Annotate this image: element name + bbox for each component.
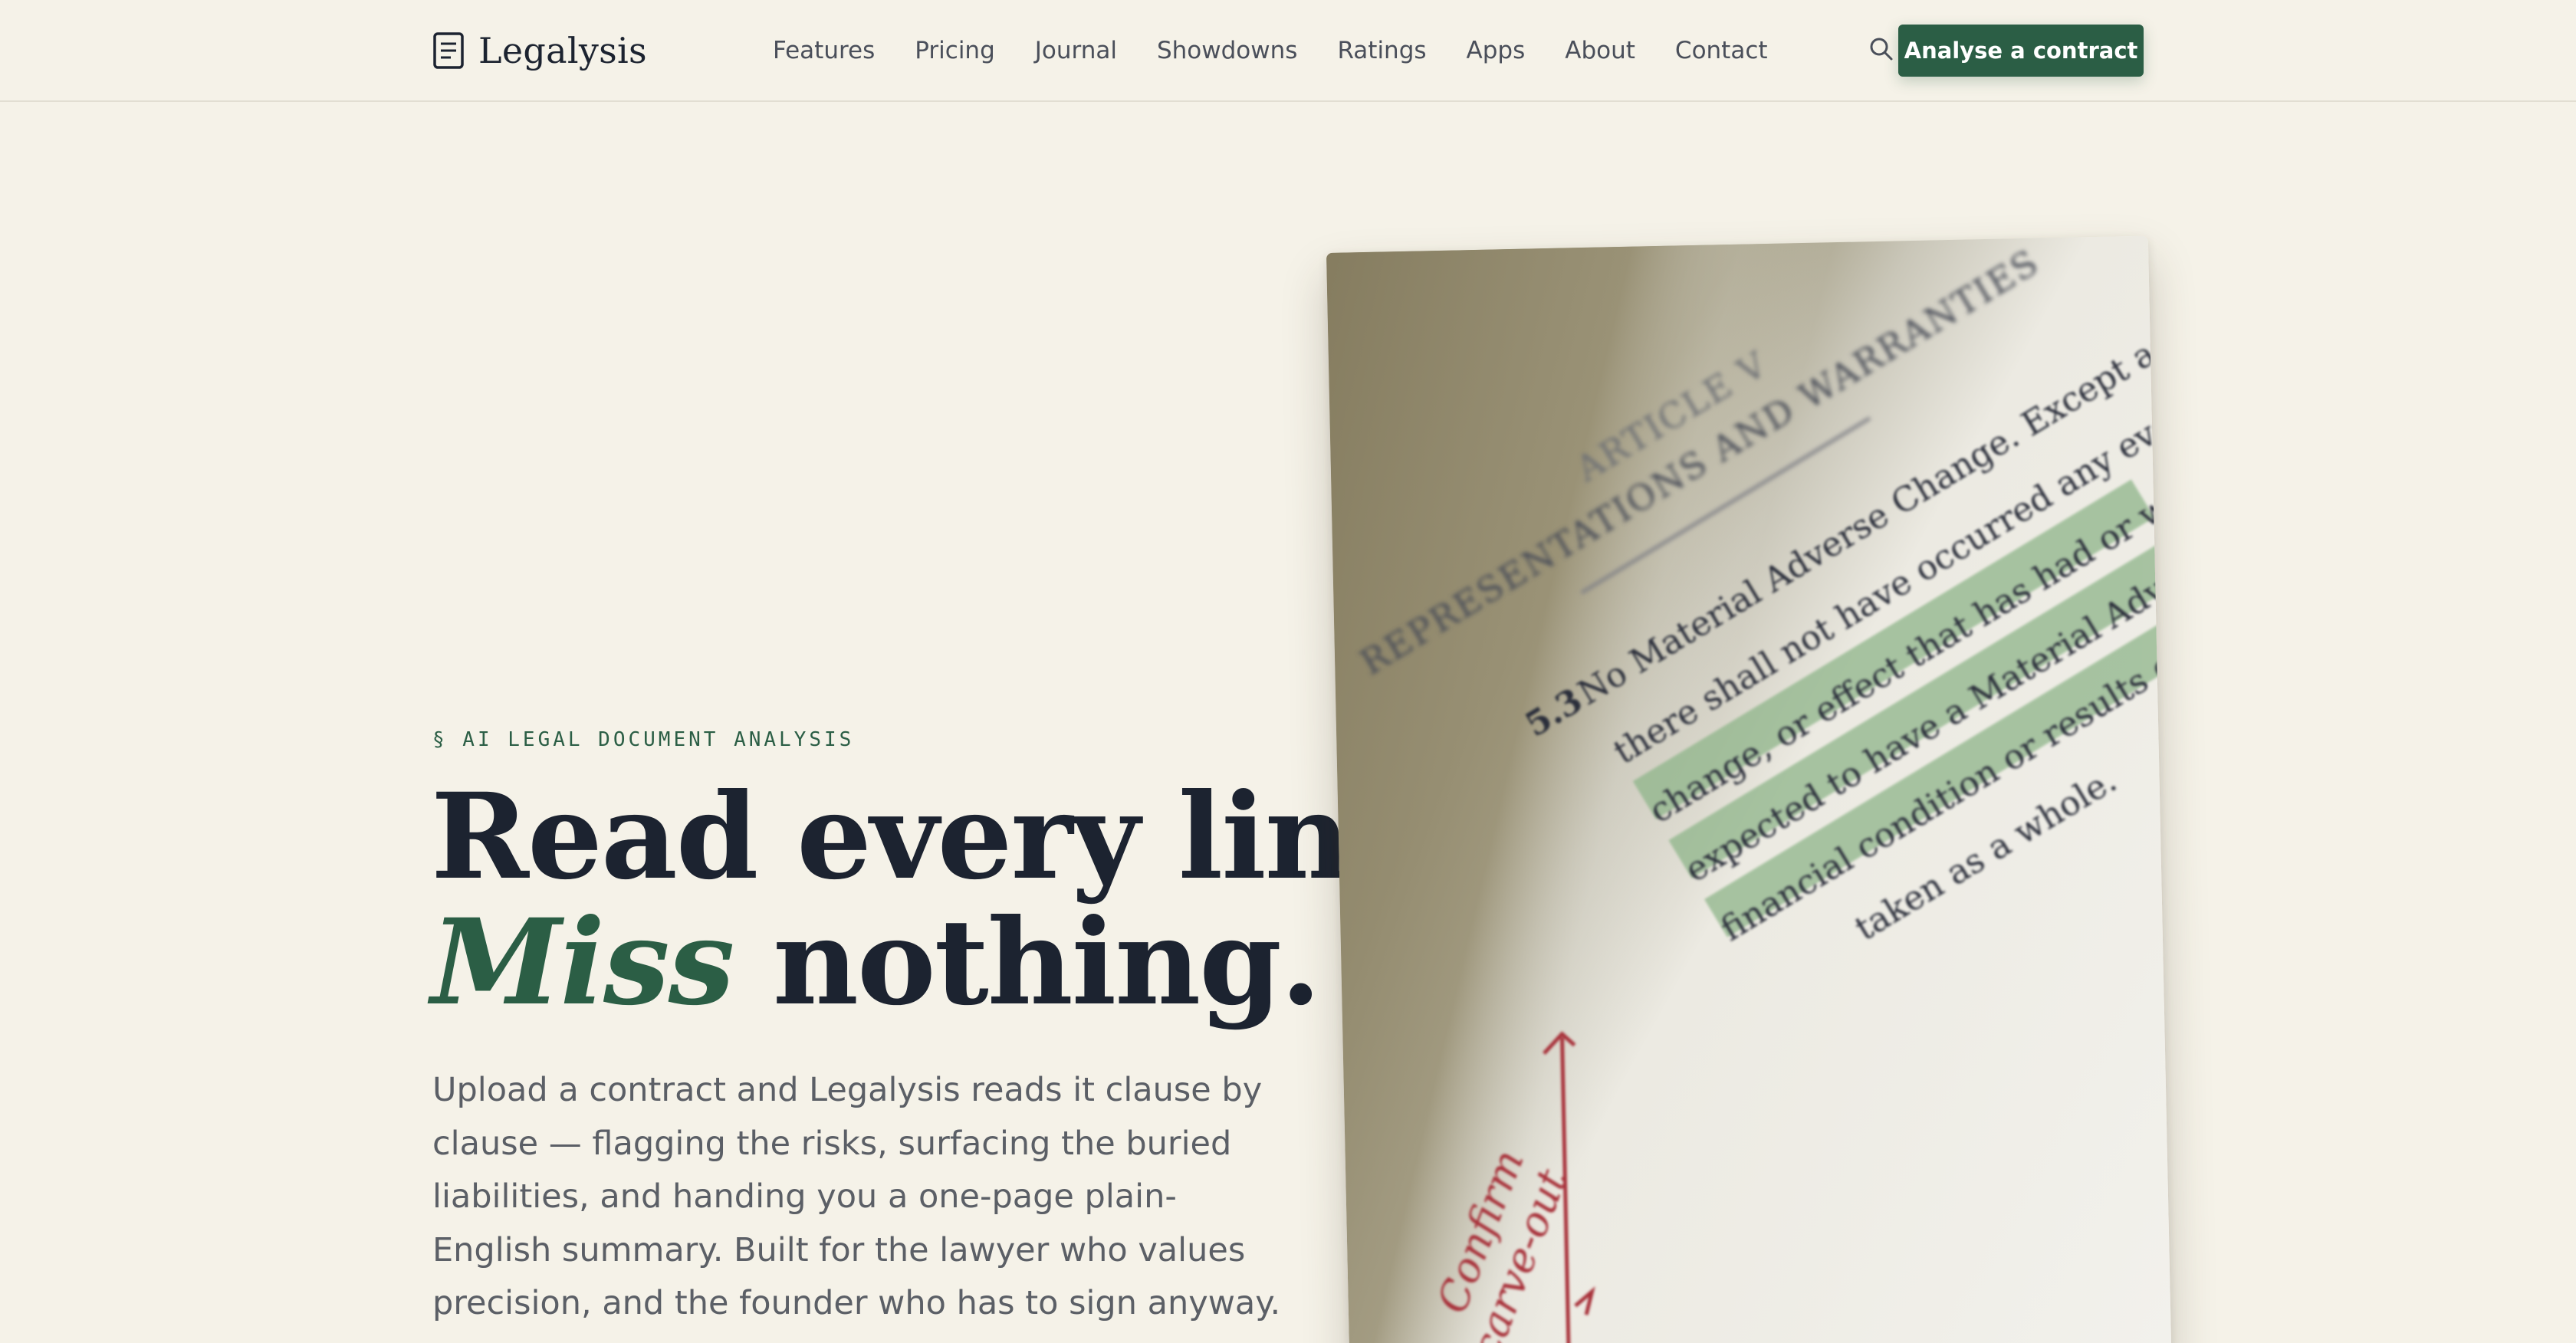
main-nav: Features Pricing Journal Showdowns Ratin… [773, 37, 1768, 64]
nav-item-apps[interactable]: Apps [1467, 37, 1526, 64]
nav-item-contact[interactable]: Contact [1675, 37, 1768, 64]
headline-line-1: Read every line. [431, 767, 1464, 906]
nav-item-journal[interactable]: Journal [1035, 37, 1117, 64]
nav-item-pricing[interactable]: Pricing [915, 37, 995, 64]
nav-item-about[interactable]: About [1565, 37, 1635, 64]
brand-name: Legalysis [478, 29, 647, 71]
contract-document-illustration: ARTICLE V REPRESENTATIONS AND WARRANTIES… [1326, 236, 2172, 1343]
site-header: Legalysis Features Pricing Journal Showd… [0, 0, 2576, 102]
header-inner: Legalysis Features Pricing Journal Showd… [432, 0, 2144, 100]
document-icon [433, 31, 464, 69]
analyse-contract-button[interactable]: Analyse a contract [1898, 25, 2144, 77]
nav-item-features[interactable]: Features [773, 37, 875, 64]
search-icon[interactable] [1868, 35, 1895, 63]
nav-item-showdowns[interactable]: Showdowns [1157, 37, 1297, 64]
nav-item-ratings[interactable]: Ratings [1337, 37, 1426, 64]
hero-subcopy: Upload a contract and Legalysis reads it… [432, 1071, 1281, 1322]
hero-eyebrow: § AI LEGAL DOCUMENT ANALYSIS [432, 728, 855, 751]
headline-accent-word: Miss [431, 893, 734, 1032]
hero-headline: Read every line. Miss nothing. [431, 774, 1464, 1026]
contract-document-image: ARTICLE V REPRESENTATIONS AND WARRANTIES… [1326, 235, 2172, 1343]
brand-logo[interactable]: Legalysis [432, 30, 647, 71]
headline-line-2: nothing. [733, 893, 1322, 1032]
